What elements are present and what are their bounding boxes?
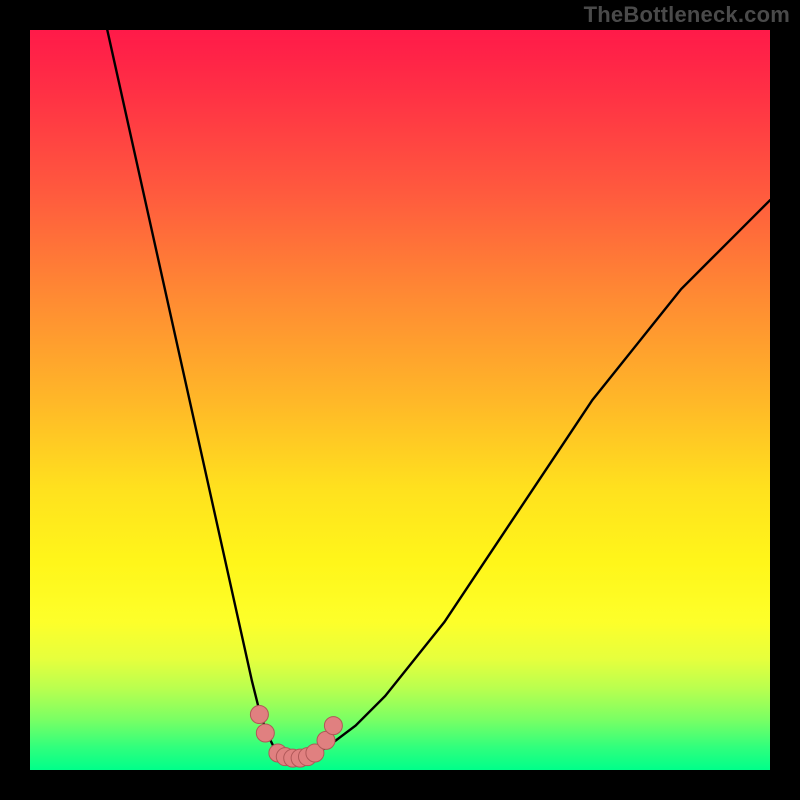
curve-right — [311, 200, 770, 755]
trough-marker — [250, 706, 268, 724]
curve-layer — [104, 30, 770, 758]
chart-frame: TheBottleneck.com — [0, 0, 800, 800]
curve-left — [104, 30, 282, 755]
trough-marker — [256, 724, 274, 742]
trough-marker — [324, 717, 342, 735]
trough-markers — [250, 706, 342, 768]
watermark-text: TheBottleneck.com — [584, 2, 790, 28]
plot-area — [30, 30, 770, 770]
plot-svg — [30, 30, 770, 770]
